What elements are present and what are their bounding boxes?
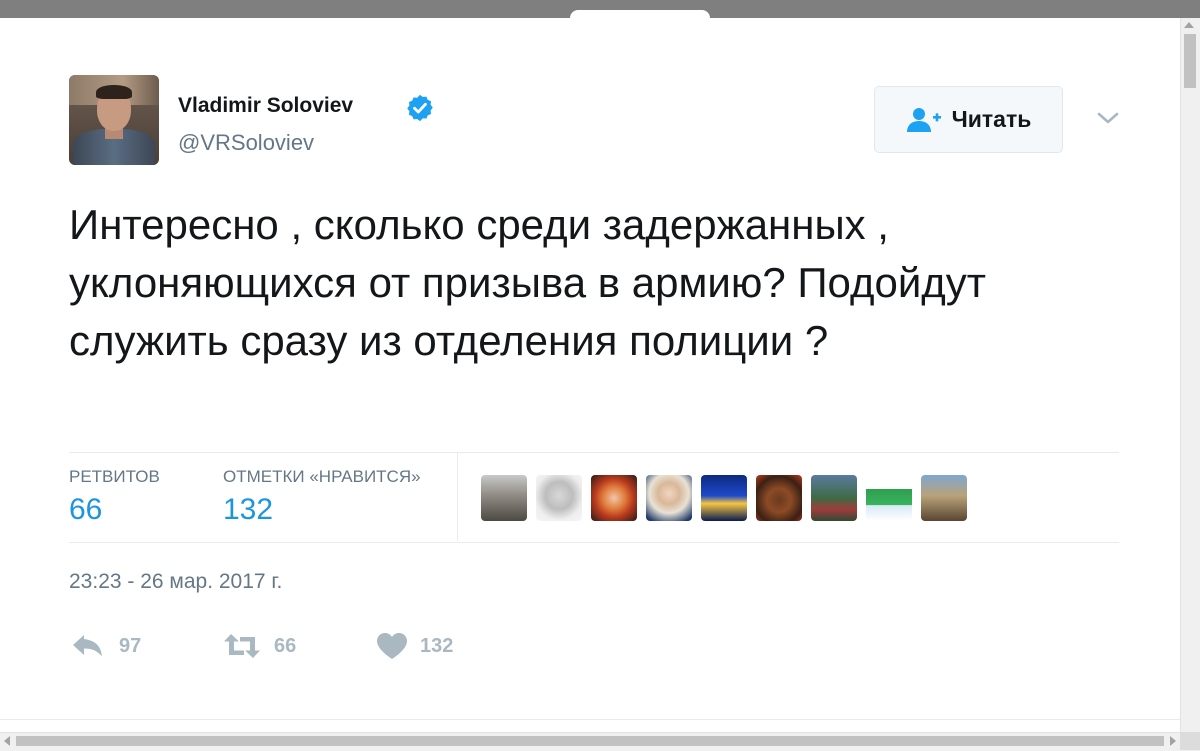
heart-icon (377, 633, 407, 659)
like-count: 132 (420, 634, 454, 657)
liker-avatar[interactable] (866, 475, 912, 521)
tweet-bottom-divider (0, 719, 1180, 720)
chevron-down-icon[interactable] (1096, 108, 1120, 128)
liker-avatars (481, 475, 967, 521)
window-top-notch (570, 10, 710, 22)
verified-badge-icon (407, 94, 433, 122)
reply-count: 97 (119, 634, 142, 657)
liker-avatar[interactable] (921, 475, 967, 521)
vertical-scroll-thumb[interactable] (1184, 34, 1196, 88)
avatar-hair (96, 85, 132, 99)
likes-count[interactable]: 132 (223, 493, 273, 527)
retweets-count[interactable]: 66 (69, 493, 102, 527)
retweet-icon (224, 634, 260, 658)
liker-avatar[interactable] (646, 475, 692, 521)
likes-label[interactable]: ОТМЕТКИ «НРАВИТСЯ» (223, 467, 421, 487)
tweet-timestamp[interactable]: 23:23 - 26 мар. 2017 г. (69, 570, 282, 594)
liker-avatar[interactable] (536, 475, 582, 521)
horizontal-scroll-thumb[interactable] (16, 736, 1164, 746)
like-button[interactable]: 132 (376, 628, 453, 664)
retweet-button[interactable]: 66 (222, 628, 296, 664)
liker-avatar[interactable] (481, 475, 527, 521)
retweet-count: 66 (274, 634, 297, 657)
follow-button-label: Читать (951, 106, 1032, 132)
liker-avatar[interactable] (811, 475, 857, 521)
scroll-left-arrow-icon[interactable] (4, 736, 10, 746)
follow-button[interactable]: Читать (874, 86, 1063, 153)
reply-icon (73, 635, 102, 657)
author-display-name[interactable]: Vladimir Soloviev (178, 94, 353, 118)
reply-button[interactable]: 97 (71, 628, 141, 664)
retweets-label[interactable]: РЕТВИТОВ (69, 467, 160, 487)
scroll-right-arrow-icon[interactable] (1170, 736, 1176, 746)
stats-divider (457, 453, 458, 541)
tweet-stats: РЕТВИТОВ 66 ОТМЕТКИ «НРАВИТСЯ» 132 (69, 452, 1119, 543)
author-avatar[interactable] (69, 75, 159, 165)
author-username[interactable]: @VRSoloviev (178, 130, 314, 156)
follow-user-icon (906, 107, 941, 132)
liker-avatar[interactable] (701, 475, 747, 521)
tweet-text: Интересно , сколько среди задержанных , … (69, 201, 987, 364)
liker-avatar[interactable] (591, 475, 637, 521)
liker-avatar[interactable] (756, 475, 802, 521)
vertical-scrollbar[interactable] (1180, 18, 1200, 732)
scroll-corner (1180, 732, 1200, 750)
scroll-up-arrow-icon[interactable] (1184, 22, 1194, 28)
